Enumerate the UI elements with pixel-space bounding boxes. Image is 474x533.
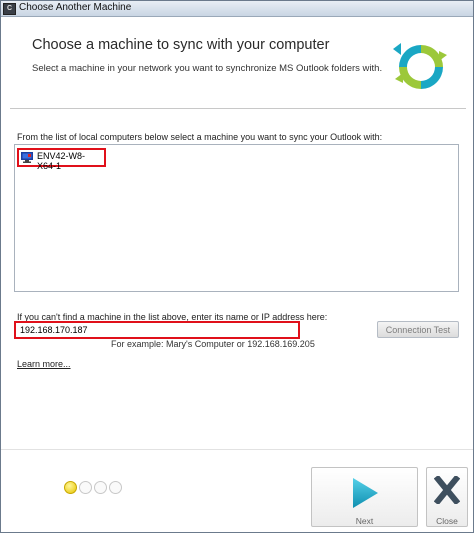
machine-address-input[interactable] bbox=[14, 321, 300, 339]
list-item[interactable]: ENV42-W8-X64-1 bbox=[17, 148, 106, 171]
progress-step-4 bbox=[109, 481, 122, 494]
close-label: Close bbox=[436, 516, 458, 526]
machine-list-label: From the list of local computers below s… bbox=[17, 132, 383, 142]
computer-icon bbox=[21, 152, 33, 163]
address-example-hint: For example: Mary's Computer or 192.168.… bbox=[111, 339, 315, 349]
header-divider bbox=[10, 108, 466, 109]
window-title: Choose Another Machine bbox=[19, 2, 132, 13]
close-icon bbox=[434, 476, 460, 504]
machine-name: ENV42-W8-X64-1 bbox=[37, 151, 86, 171]
play-arrow-icon bbox=[352, 478, 378, 508]
title-bar[interactable]: C Choose Another Machine bbox=[1, 1, 473, 17]
next-label: Next bbox=[355, 516, 374, 526]
close-button[interactable]: Close bbox=[426, 467, 468, 527]
progress-step-1 bbox=[64, 481, 77, 494]
progress-step-2 bbox=[79, 481, 92, 494]
app-icon: C bbox=[3, 3, 16, 15]
next-button[interactable]: Next bbox=[311, 467, 418, 527]
machine-list[interactable]: ENV42-W8-X64-1 bbox=[14, 144, 459, 292]
page-title: Choose a machine to sync with your compu… bbox=[32, 37, 330, 53]
learn-more-link[interactable]: Learn more... bbox=[17, 359, 71, 369]
progress-step-3 bbox=[94, 481, 107, 494]
dialog-window: C Choose Another Machine Choose a machin… bbox=[0, 0, 474, 533]
connection-test-button[interactable]: Connection Test bbox=[377, 321, 459, 338]
page-subtitle: Select a machine in your network you wan… bbox=[32, 63, 383, 74]
sync-arrows-icon bbox=[393, 43, 447, 89]
footer-divider bbox=[1, 449, 473, 450]
